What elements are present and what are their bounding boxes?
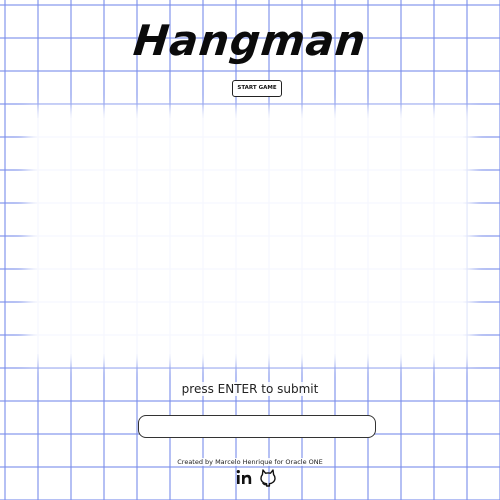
game-board (37, 118, 463, 354)
linkedin-icon-graphic (236, 470, 252, 484)
footer-credit: Created by Marcelo Henrique for Oracle O… (0, 458, 500, 466)
social-links (235, 466, 279, 488)
github-icon[interactable] (258, 467, 278, 487)
linkedin-icon[interactable] (235, 467, 255, 487)
footer-credit-text: Created by Marcelo Henrique for Oracle O… (174, 458, 326, 466)
start-game-button[interactable]: START GAME (232, 80, 282, 97)
submit-hint-text: press ENTER to submit (177, 382, 323, 396)
submit-hint: press ENTER to submit (0, 382, 500, 396)
github-icon-graphic (260, 469, 276, 487)
guess-input[interactable] (138, 415, 376, 438)
page-title: Hangman (131, 16, 369, 65)
